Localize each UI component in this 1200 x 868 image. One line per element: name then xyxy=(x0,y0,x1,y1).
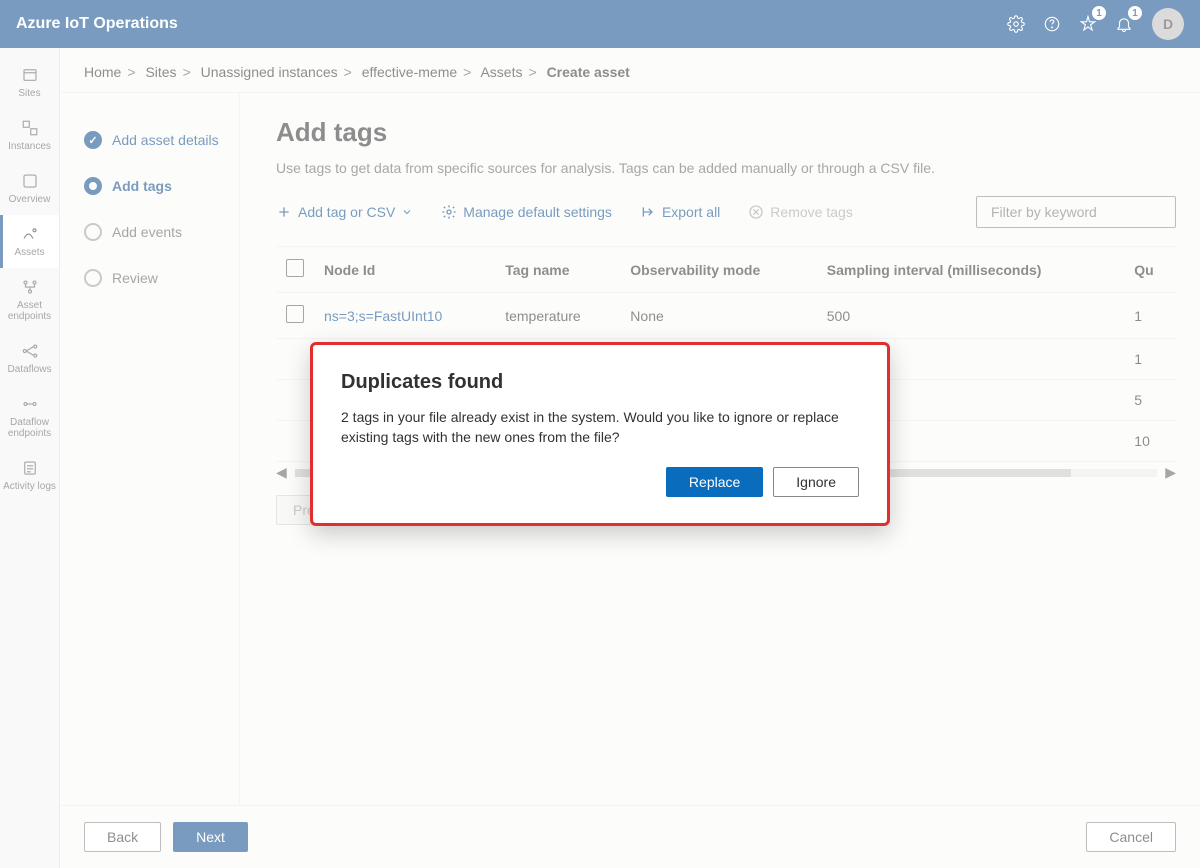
ignore-button[interactable]: Ignore xyxy=(773,467,859,497)
dialog-title: Duplicates found xyxy=(341,371,859,394)
duplicates-dialog: Duplicates found 2 tags in your file alr… xyxy=(310,342,890,526)
replace-button[interactable]: Replace xyxy=(666,467,763,497)
dialog-body: 2 tags in your file already exist in the… xyxy=(341,408,859,447)
modal-overlay: Duplicates found 2 tags in your file alr… xyxy=(0,0,1200,868)
